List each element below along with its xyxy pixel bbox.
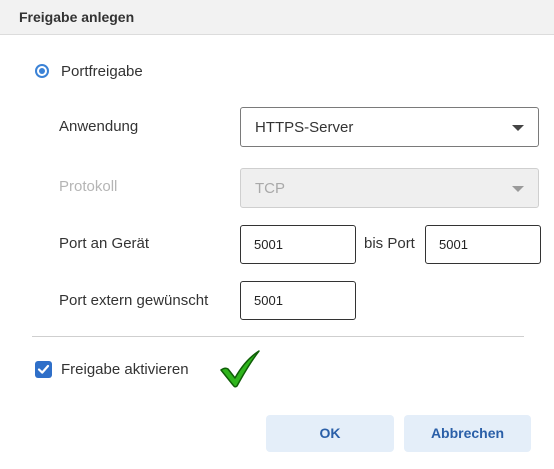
dialog-header: Freigabe anlegen — [0, 0, 554, 35]
external-port-input[interactable]: 5001 — [240, 281, 356, 320]
protocol-label: Protokoll — [59, 178, 118, 195]
chevron-down-icon — [512, 125, 524, 131]
to-port-label: bis Port — [364, 235, 415, 252]
device-port-from-input[interactable]: 5001 — [240, 225, 356, 264]
application-label: Anwendung — [59, 118, 139, 135]
success-check-icon — [220, 350, 260, 388]
device-port-to-input[interactable]: 5001 — [425, 225, 541, 264]
divider — [32, 336, 524, 337]
activate-checkbox[interactable] — [35, 361, 52, 378]
external-port-label: Port extern gewünscht — [59, 292, 209, 309]
checkmark-icon — [37, 364, 50, 374]
device-port-label: Port an Gerät — [59, 235, 150, 252]
protocol-select: TCP — [240, 168, 539, 208]
activate-label: Freigabe aktivieren — [61, 361, 189, 378]
portfreigabe-label: Portfreigabe — [61, 63, 143, 80]
application-value: HTTPS-Server — [255, 119, 354, 136]
dialog-title: Freigabe anlegen — [19, 9, 135, 25]
ok-button[interactable]: OK — [266, 415, 394, 452]
portfreigabe-radio[interactable] — [35, 64, 49, 78]
chevron-down-icon — [512, 186, 524, 192]
application-select[interactable]: HTTPS-Server — [240, 107, 539, 147]
cancel-button[interactable]: Abbrechen — [404, 415, 531, 452]
protocol-value: TCP — [255, 180, 285, 197]
